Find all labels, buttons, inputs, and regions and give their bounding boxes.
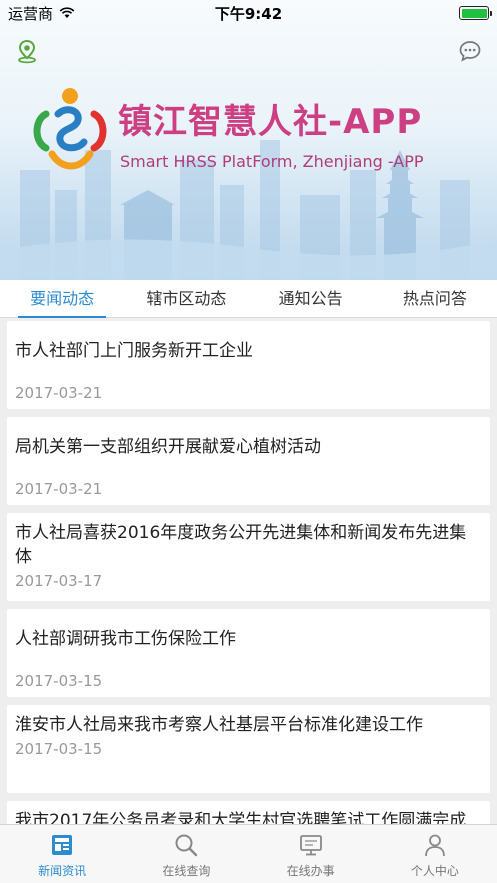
app-logo-icon bbox=[33, 88, 107, 170]
news-icon bbox=[52, 835, 73, 855]
nav-online-service[interactable]: 在线办事 bbox=[249, 825, 373, 883]
list-item[interactable]: 淮安市人社局来我市考察人社基层平台标准化建设工作 2017-03-15 bbox=[7, 705, 490, 793]
nav-label: 在线办事 bbox=[286, 864, 335, 878]
nav-online-query[interactable]: 在线查询 bbox=[124, 825, 248, 883]
news-title: 我市2017年公务员考录和大学生村官选聘笔试工作圆满完成 bbox=[15, 811, 467, 824]
news-title: 局机关第一支部组织开展献爱心植树活动 bbox=[15, 437, 321, 457]
tab-district-news[interactable]: 辖市区动态 bbox=[124, 280, 248, 317]
category-tabs: 要闻动态 辖市区动态 通知公告 热点问答 bbox=[0, 280, 497, 318]
tab-faq[interactable]: 热点问答 bbox=[373, 280, 497, 317]
app-subtitle: Smart HRSS PlatForm, Zhenjiang -APP bbox=[120, 152, 424, 171]
status-bar: 运营商 下午9:42 bbox=[0, 0, 497, 26]
news-date: 2017-03-21 bbox=[15, 384, 103, 402]
list-item[interactable]: 市人社局喜获2016年度政务公开先进集体和新闻发布先进集体 2017-03-17 bbox=[7, 513, 490, 601]
app-title: 镇江智慧人社-APP bbox=[118, 102, 423, 142]
tab-news-highlights[interactable]: 要闻动态 bbox=[0, 280, 124, 318]
battery-icon bbox=[459, 6, 492, 20]
nav-label: 新闻资讯 bbox=[38, 864, 87, 878]
news-list: 市人社部门上门服务新开工企业 2017-03-21 局机关第一支部组织开展献爱心… bbox=[0, 318, 497, 824]
monitor-icon bbox=[299, 835, 322, 856]
nav-label: 个人中心 bbox=[410, 864, 459, 878]
news-date: 2017-03-15 bbox=[15, 672, 103, 690]
user-icon bbox=[424, 834, 445, 857]
news-title: 淮安市人社局来我市考察人社基层平台标准化建设工作 bbox=[15, 715, 423, 735]
header-banner: 镇江智慧人社-APP Smart HRSS PlatForm, Zhenjian… bbox=[0, 0, 497, 280]
search-icon bbox=[175, 834, 198, 857]
message-icon[interactable] bbox=[457, 38, 483, 64]
news-date: 2017-03-21 bbox=[15, 480, 103, 498]
news-title: 市人社部门上门服务新开工企业 bbox=[15, 341, 253, 361]
news-title: 市人社局喜获2016年度政务公开先进集体和新闻发布先进集体 bbox=[15, 523, 467, 567]
list-item[interactable]: 人社部调研我市工伤保险工作 2017-03-15 bbox=[7, 609, 490, 697]
bottom-tab-bar: 新闻资讯 在线查询 在线办事 个人中心 bbox=[0, 824, 497, 883]
carrier-label: 运营商 bbox=[8, 4, 54, 23]
nav-profile[interactable]: 个人中心 bbox=[373, 825, 497, 883]
news-title: 人社部调研我市工伤保险工作 bbox=[15, 629, 236, 649]
news-date: 2017-03-17 bbox=[15, 572, 103, 590]
wifi-icon bbox=[59, 7, 75, 18]
list-item[interactable]: 我市2017年公务员考录和大学生村官选聘笔试工作圆满完成 bbox=[7, 801, 490, 824]
tab-notices[interactable]: 通知公告 bbox=[249, 280, 373, 317]
news-date: 2017-03-15 bbox=[15, 740, 103, 758]
nav-news[interactable]: 新闻资讯 bbox=[0, 825, 124, 883]
list-item[interactable]: 市人社部门上门服务新开工企业 2017-03-21 bbox=[7, 321, 490, 409]
location-icon[interactable] bbox=[14, 38, 40, 64]
list-item[interactable]: 局机关第一支部组织开展献爱心植树活动 2017-03-21 bbox=[7, 417, 490, 505]
nav-label: 在线查询 bbox=[162, 864, 211, 878]
